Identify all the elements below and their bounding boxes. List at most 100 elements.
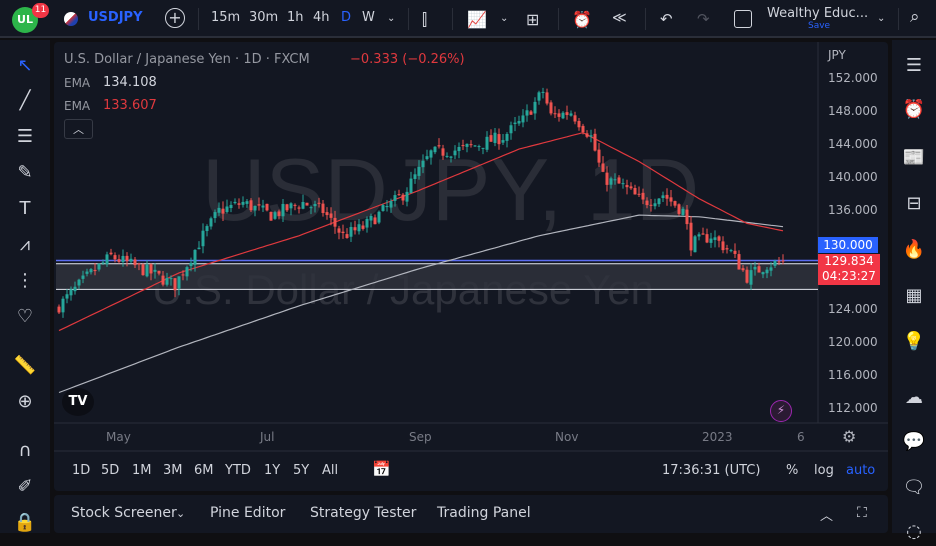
- candle: [329, 213, 333, 218]
- watchlist-icon[interactable]: ☰: [900, 52, 928, 80]
- add-symbol-icon[interactable]: +: [165, 8, 185, 28]
- indicators-icon[interactable]: 📈: [467, 10, 487, 29]
- lightning-icon[interactable]: ⚡: [770, 400, 792, 422]
- candle: [617, 177, 621, 184]
- candle: [441, 148, 445, 156]
- interval-1h[interactable]: 1h: [287, 10, 304, 25]
- axis-settings-icon[interactable]: ⚙: [842, 427, 856, 446]
- tab-strategy-tester[interactable]: Strategy Tester: [310, 505, 416, 521]
- range-3m[interactable]: 3M: [163, 463, 183, 478]
- layout-name[interactable]: Wealthy Educ...: [767, 6, 868, 21]
- text-icon[interactable]: T: [12, 196, 38, 222]
- interval-w[interactable]: W: [362, 10, 375, 25]
- tab-pine-editor[interactable]: Pine Editor: [210, 505, 285, 521]
- templates-icon[interactable]: ⊞: [526, 10, 539, 29]
- range-1m[interactable]: 1M: [132, 463, 152, 478]
- news-icon[interactable]: 📰: [900, 144, 928, 172]
- streams-icon[interactable]: ☁: [900, 384, 928, 412]
- add-list-icon[interactable]: ⊟: [900, 190, 928, 218]
- chevron-down-icon[interactable]: ⌄: [500, 13, 508, 24]
- log-toggle[interactable]: log: [814, 463, 834, 478]
- help-icon[interactable]: ◌: [900, 518, 928, 546]
- heart-icon[interactable]: ♡: [12, 304, 38, 330]
- fib-icon[interactable]: ☰: [12, 124, 38, 150]
- chart-panel[interactable]: USDJPY, 1D U.S. Dollar / Japanese Yen U.…: [54, 42, 888, 491]
- candle: [425, 156, 429, 160]
- tv-logo[interactable]: TV: [62, 388, 94, 416]
- candle: [653, 203, 657, 207]
- percent-toggle[interactable]: %: [786, 463, 798, 478]
- chevron-down-icon[interactable]: ⌄: [387, 13, 395, 24]
- range-5y[interactable]: 5Y: [293, 463, 309, 478]
- candle: [73, 286, 77, 292]
- save-button[interactable]: Save: [808, 21, 830, 31]
- candle: [769, 267, 773, 271]
- candle: [461, 145, 465, 147]
- time-label-may: May: [106, 430, 131, 444]
- candle: [529, 111, 533, 115]
- chevron-down-icon[interactable]: ⌄: [877, 13, 885, 24]
- calendar-icon[interactable]: ▦: [900, 282, 928, 310]
- pattern-icon[interactable]: ⩘: [12, 232, 38, 258]
- candle: [537, 92, 541, 101]
- candle: [781, 260, 785, 262]
- candle: [733, 250, 737, 254]
- chevron-down-icon[interactable]: ⌄: [176, 507, 185, 520]
- range-all[interactable]: All: [322, 463, 338, 478]
- lock-drawings-icon[interactable]: ✐: [12, 474, 38, 500]
- lock-icon[interactable]: 🔒: [12, 510, 38, 536]
- maximize-panel-icon[interactable]: ⛶: [857, 505, 867, 521]
- candle: [657, 198, 661, 205]
- candles-icon[interactable]: ⫿: [422, 10, 427, 30]
- goto-date-icon[interactable]: 📅: [372, 460, 391, 478]
- interval-d[interactable]: D: [341, 10, 351, 25]
- range-6m[interactable]: 6M: [194, 463, 214, 478]
- search-icon[interactable]: ⌕: [910, 7, 920, 27]
- price-chart[interactable]: USDJPY, 1D U.S. Dollar / Japanese Yen: [54, 42, 888, 491]
- undo-icon[interactable]: ↶: [660, 10, 673, 28]
- tab-trading-panel[interactable]: Trading Panel: [437, 505, 531, 521]
- interval-30m[interactable]: 30m: [249, 10, 278, 25]
- alert-icon[interactable]: ⏰: [572, 10, 592, 29]
- candle: [593, 133, 597, 151]
- price-tick: 112.000: [828, 401, 878, 415]
- range-1y[interactable]: 1Y: [264, 463, 280, 478]
- interval-15m[interactable]: 15m: [211, 10, 240, 25]
- messages-icon[interactable]: 🗨: [900, 474, 928, 502]
- candle: [741, 268, 745, 271]
- candle: [665, 194, 669, 199]
- tab-stock-screener[interactable]: Stock Screener: [71, 505, 177, 521]
- candle: [473, 145, 477, 147]
- candle: [489, 135, 493, 142]
- alerts-icon[interactable]: ⏰: [900, 96, 928, 124]
- magnet-icon[interactable]: ∩: [12, 438, 38, 464]
- collapse-legend-button[interactable]: ︿: [64, 119, 93, 139]
- range-ytd[interactable]: YTD: [225, 463, 251, 478]
- range-5d[interactable]: 5D: [101, 463, 119, 478]
- collapse-panel-icon[interactable]: ︿: [820, 505, 833, 524]
- prediction-icon[interactable]: ⋮: [12, 268, 38, 294]
- replay-icon[interactable]: ≪: [612, 10, 627, 26]
- interval-4h[interactable]: 4h: [313, 10, 330, 25]
- candle: [93, 269, 97, 272]
- trend-line-icon[interactable]: ╱: [12, 88, 38, 114]
- candle: [613, 179, 617, 181]
- candle: [605, 172, 609, 185]
- ruler-icon[interactable]: 📏: [12, 353, 38, 379]
- ideas-icon[interactable]: 💡: [900, 328, 928, 356]
- hotlists-icon[interactable]: 🔥: [900, 236, 928, 264]
- price-tick: 148.000: [828, 104, 878, 118]
- clock[interactable]: 17:36:31 (UTC): [662, 463, 760, 478]
- brush-icon[interactable]: ✎: [12, 160, 38, 186]
- symbol-search[interactable]: USDJPY: [88, 10, 143, 25]
- redo-icon[interactable]: ↷: [697, 10, 710, 28]
- zoom-in-icon[interactable]: ⊕: [12, 389, 38, 415]
- fullscreen-icon[interactable]: [734, 10, 752, 28]
- chats-icon[interactable]: 💬: [900, 428, 928, 456]
- cursor-icon[interactable]: ↖: [12, 53, 38, 79]
- range-1d[interactable]: 1D: [72, 463, 90, 478]
- candle: [313, 204, 317, 207]
- candle: [673, 201, 677, 206]
- auto-toggle[interactable]: auto: [846, 463, 875, 478]
- candle: [101, 262, 105, 264]
